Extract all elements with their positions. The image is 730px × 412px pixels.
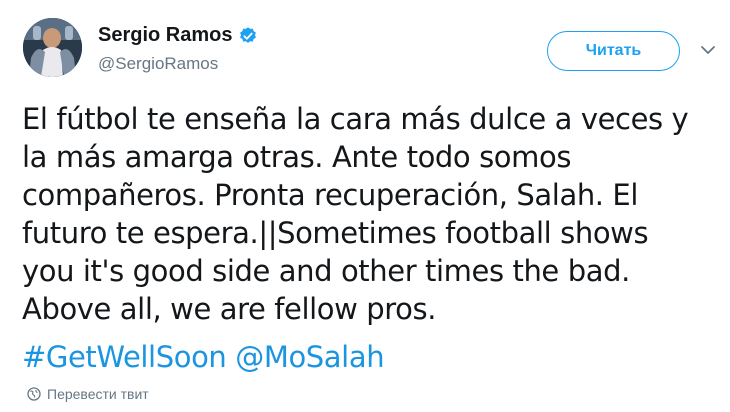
hashtag-link[interactable]: #GetWellSoon: [22, 340, 227, 374]
verified-badge-icon: [238, 26, 258, 46]
avatar[interactable]: [23, 18, 82, 77]
translate-tweet-link[interactable]: Перевести твит: [27, 386, 149, 402]
mention-link[interactable]: @MoSalah: [235, 340, 384, 374]
display-name[interactable]: Sergio Ramos: [98, 24, 232, 47]
globe-icon: [27, 387, 41, 401]
name-row: Sergio Ramos: [98, 24, 258, 47]
follow-button[interactable]: Читать: [547, 31, 680, 71]
tweet-card: Sergio Ramos @SergioRamos Читать El fútb…: [0, 0, 730, 412]
chevron-down-icon[interactable]: [698, 40, 718, 60]
translate-label: Перевести твит: [47, 386, 149, 402]
tweet-text: El fútbol te enseña la cara más dulce a …: [22, 102, 689, 326]
tweet-links: #GetWellSoon @MoSalah: [22, 338, 385, 376]
user-handle[interactable]: @SergioRamos: [98, 54, 218, 74]
